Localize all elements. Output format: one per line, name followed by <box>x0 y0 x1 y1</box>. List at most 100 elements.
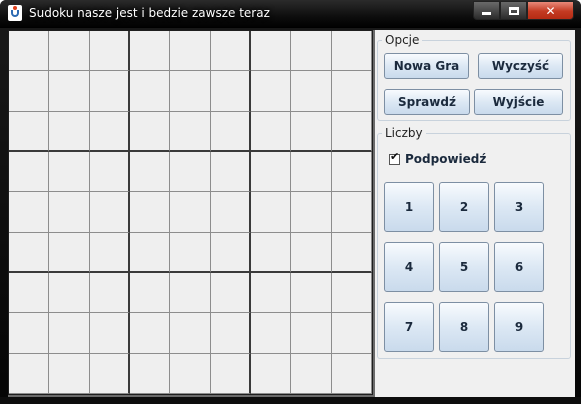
sudoku-cell[interactable] <box>49 353 90 394</box>
sudoku-cell[interactable] <box>331 232 372 273</box>
sudoku-cell[interactable] <box>250 111 292 152</box>
sudoku-cell[interactable] <box>170 192 211 233</box>
sudoku-cell[interactable] <box>210 31 251 72</box>
sudoku-cell[interactable] <box>170 71 211 112</box>
sudoku-cell[interactable] <box>170 151 211 193</box>
sudoku-cell[interactable] <box>170 313 211 354</box>
sudoku-cell[interactable] <box>49 31 90 72</box>
number-button-1[interactable]: 1 <box>384 182 434 232</box>
sudoku-cell[interactable] <box>49 192 90 233</box>
sudoku-cell[interactable] <box>89 232 130 273</box>
sudoku-cell[interactable] <box>291 31 332 72</box>
sudoku-cell[interactable] <box>291 272 332 314</box>
sudoku-cell[interactable] <box>331 353 372 394</box>
sudoku-cell[interactable] <box>170 272 211 314</box>
sudoku-cell[interactable] <box>9 272 50 314</box>
sudoku-cell[interactable] <box>129 272 171 314</box>
sudoku-cell[interactable] <box>9 31 50 72</box>
sudoku-cell[interactable] <box>9 192 50 233</box>
sudoku-cell[interactable] <box>291 353 332 394</box>
exit-button[interactable]: Wyjście <box>474 89 563 115</box>
clear-button[interactable]: Wyczyść <box>478 53 563 79</box>
sudoku-cell[interactable] <box>129 111 171 152</box>
sudoku-cell[interactable] <box>250 313 292 354</box>
sudoku-cell[interactable] <box>89 31 130 72</box>
sudoku-cell[interactable] <box>170 111 211 152</box>
sudoku-cell[interactable] <box>331 313 372 354</box>
number-button-8[interactable]: 8 <box>439 302 489 352</box>
new-game-button[interactable]: Nowa Gra <box>384 53 469 79</box>
sudoku-cell[interactable] <box>9 111 50 152</box>
sudoku-cell[interactable] <box>331 31 372 72</box>
sudoku-cell[interactable] <box>49 111 90 152</box>
sudoku-cell[interactable] <box>250 232 292 273</box>
check-button[interactable]: Sprawdź <box>384 89 470 115</box>
number-button-4[interactable]: 4 <box>384 242 434 292</box>
sudoku-cell[interactable] <box>9 313 50 354</box>
sudoku-cell[interactable] <box>250 353 292 394</box>
number-button-2[interactable]: 2 <box>439 182 489 232</box>
sudoku-cell[interactable] <box>331 111 372 152</box>
sudoku-cell[interactable] <box>250 71 292 112</box>
number-button-7[interactable]: 7 <box>384 302 434 352</box>
sudoku-cell[interactable] <box>89 272 130 314</box>
number-button-6[interactable]: 6 <box>494 242 544 292</box>
sudoku-cell[interactable] <box>250 151 292 193</box>
sudoku-cell[interactable] <box>129 192 171 233</box>
sudoku-cell[interactable] <box>89 151 130 193</box>
sudoku-cell[interactable] <box>291 313 332 354</box>
sudoku-cell[interactable] <box>291 151 332 193</box>
sudoku-cell[interactable] <box>291 232 332 273</box>
close-button[interactable]: ✕ <box>527 1 574 20</box>
sudoku-cell[interactable] <box>331 192 372 233</box>
number-button-9[interactable]: 9 <box>494 302 544 352</box>
sudoku-cell[interactable] <box>291 192 332 233</box>
hint-checkbox-row[interactable]: ✔ Podpowiedź <box>389 150 486 166</box>
sudoku-cell[interactable] <box>210 353 251 394</box>
sudoku-cell[interactable] <box>250 272 292 314</box>
sudoku-cell[interactable] <box>210 71 251 112</box>
sudoku-cell[interactable] <box>170 232 211 273</box>
sudoku-cell[interactable] <box>210 111 251 152</box>
sudoku-cell[interactable] <box>250 192 292 233</box>
java-app-icon[interactable] <box>8 5 22 21</box>
maximize-button[interactable] <box>500 1 527 20</box>
sudoku-cell[interactable] <box>9 151 50 193</box>
sudoku-cell[interactable] <box>129 353 171 394</box>
sudoku-cell[interactable] <box>291 111 332 152</box>
sudoku-cell[interactable] <box>129 232 171 273</box>
sudoku-cell[interactable] <box>89 192 130 233</box>
sudoku-cell[interactable] <box>210 232 251 273</box>
sudoku-cell[interactable] <box>129 31 171 72</box>
sudoku-cell[interactable] <box>89 71 130 112</box>
sudoku-cell[interactable] <box>170 353 211 394</box>
sudoku-cell[interactable] <box>250 31 292 72</box>
sudoku-cell[interactable] <box>129 313 171 354</box>
sudoku-cell[interactable] <box>210 272 251 314</box>
sudoku-cell[interactable] <box>210 151 251 193</box>
sudoku-cell[interactable] <box>170 31 211 72</box>
sudoku-cell[interactable] <box>89 353 130 394</box>
sudoku-cell[interactable] <box>210 313 251 354</box>
sudoku-cell[interactable] <box>49 151 90 193</box>
sudoku-cell[interactable] <box>331 151 372 193</box>
sudoku-cell[interactable] <box>49 232 90 273</box>
minimize-button[interactable] <box>473 1 500 20</box>
sudoku-cell[interactable] <box>9 232 50 273</box>
sudoku-cell[interactable] <box>49 313 90 354</box>
sudoku-cell[interactable] <box>331 272 372 314</box>
title-bar[interactable]: Sudoku nasze jest i bedzie zawsze teraz … <box>0 0 581 28</box>
sudoku-cell[interactable] <box>9 353 50 394</box>
sudoku-cell[interactable] <box>9 71 50 112</box>
sudoku-cell[interactable] <box>89 313 130 354</box>
sudoku-cell[interactable] <box>49 71 90 112</box>
sudoku-cell[interactable] <box>331 71 372 112</box>
sudoku-cell[interactable] <box>210 192 251 233</box>
sudoku-cell[interactable] <box>291 71 332 112</box>
sudoku-cell[interactable] <box>49 272 90 314</box>
sudoku-cell[interactable] <box>129 151 171 193</box>
sudoku-cell[interactable] <box>89 111 130 152</box>
number-button-3[interactable]: 3 <box>494 182 544 232</box>
hint-checkbox[interactable]: ✔ <box>389 150 400 165</box>
number-button-5[interactable]: 5 <box>439 242 489 292</box>
